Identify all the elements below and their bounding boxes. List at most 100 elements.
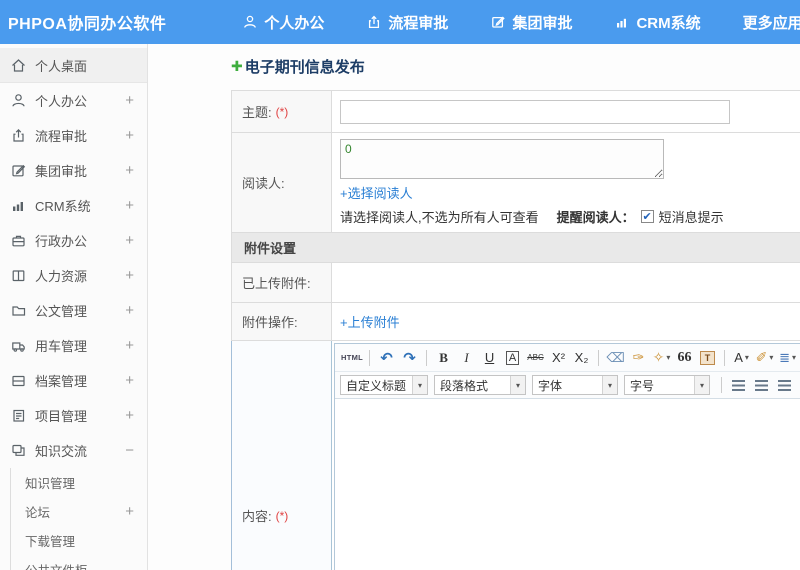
ops-label: 附件操作: [232,303,332,340]
book-icon [10,267,27,284]
align-right-icon [778,379,791,391]
expand-icon[interactable]: + [125,372,134,389]
ordered-list-button[interactable]: ≣ ▾ [777,348,798,368]
chevron-down-icon: ▾ [412,376,427,394]
select-readers-link[interactable]: +选择阅读人 [340,183,413,202]
sidebar: 个人桌面 个人办公 + 流程审批 + 集团审批 + CRM系统 + 行政办公 + [0,44,148,570]
clear-format-button[interactable]: ✑ [628,348,649,368]
sms-checkbox[interactable]: ✔ [640,210,654,223]
expand-icon[interactable]: + [125,267,134,284]
readers-textarea[interactable]: 0 [340,139,664,179]
bold-button[interactable]: B [433,348,454,368]
sidebar-item-archive-mgmt[interactable]: 档案管理 + [0,363,147,398]
sidebar-item-desktop[interactable]: 个人桌面 [0,48,147,83]
eraser-button[interactable]: ⌫ [605,348,626,368]
expand-icon[interactable]: + [125,232,134,249]
sidebar-item-download-mgmt[interactable]: 下载管理 [11,526,147,555]
chevron-down-icon: ▾ [602,376,617,394]
expand-icon[interactable]: + [125,162,134,179]
divider [598,349,600,366]
nav-personal-office[interactable]: 个人办公 [242,12,324,33]
upload-attachment-link[interactable]: +上传附件 [340,312,400,331]
sidebar-item-vehicle-mgmt[interactable]: 用车管理 + [0,328,147,363]
person-icon [10,92,27,109]
expand-icon[interactable]: + [125,197,134,214]
subject-input[interactable] [340,99,730,124]
sidebar-item-hr[interactable]: 人力资源 + [0,258,147,293]
paste-text-button[interactable]: T [700,350,716,365]
share-icon [10,127,27,144]
expand-icon[interactable]: + [125,337,134,354]
sidebar-item-crm[interactable]: CRM系统 + [0,188,147,223]
bar-chart-icon [614,14,630,30]
strikethrough-button[interactable]: ABC [525,348,546,368]
subscript-button[interactable]: X₂ [571,348,592,368]
person-icon [242,14,258,30]
expand-icon[interactable]: + [125,302,134,319]
sidebar-item-knowledge-mgmt[interactable]: 知识管理 [11,468,147,497]
edit-icon [490,14,506,30]
heading-select[interactable]: 自定义标题 ▾ [340,375,428,395]
nav-workflow-approval[interactable]: 流程审批 [366,12,448,33]
sidebar-item-workflow-approval[interactable]: 流程审批 + [0,118,147,153]
sidebar-item-admin-office[interactable]: 行政办公 + [0,223,147,258]
undo-button[interactable]: ↶ [376,348,397,368]
edit-icon [10,162,27,179]
sidebar-item-forum[interactable]: 论坛 + [11,497,147,526]
editor-content-area[interactable] [335,399,800,570]
archive-icon [10,372,27,389]
highlight-button[interactable]: ✐ ▾ [754,348,775,368]
subject-label: 主题: (*) [232,91,332,132]
layers-icon [10,442,27,459]
align-right-button[interactable] [774,375,795,395]
underline-button[interactable]: U [479,348,500,368]
sidebar-item-project-mgmt[interactable]: 项目管理 + [0,398,147,433]
sms-label: 短消息提示 [658,210,724,225]
blockquote-button[interactable]: 66 [674,348,695,368]
autotypeset-button[interactable]: ✧ ▾ [651,348,672,368]
home-icon [10,57,27,74]
expand-icon[interactable]: + [125,503,134,520]
collapse-icon[interactable]: − [125,442,134,459]
required-mark: (*) [275,508,289,523]
readers-label: 阅读人: [232,133,332,232]
expand-icon[interactable]: + [125,92,134,109]
font-family-select[interactable]: 字体 ▾ [532,375,618,395]
expand-icon[interactable]: + [125,127,134,144]
align-left-button[interactable] [728,375,749,395]
nav-more-apps[interactable]: 更多应用 ▾ [743,12,800,33]
chevron-down-icon: ▾ [666,353,671,362]
editor-toolbar-row1: HTML ↶ ↷ B I U A ABC X² X₂ ⌫ ✑ ✧ ▾ 66 T … [335,344,800,372]
nav-group-approval[interactable]: 集团审批 [490,12,572,33]
attachment-section-header: 附件设置 [231,233,800,263]
font-color-button[interactable]: A ▾ [731,348,752,368]
chevron-down-icon: ▾ [694,376,709,394]
sidebar-item-group-approval[interactable]: 集团审批 + [0,153,147,188]
uploaded-label: 已上传附件: [232,263,332,302]
truck-icon [10,337,27,354]
font-style-button[interactable]: A [505,350,520,365]
sidebar-submenu-knowledge: 知识管理 论坛 + 下载管理 公共文件柜 [10,468,147,570]
bar-chart-icon [10,197,27,214]
nav-crm[interactable]: CRM系统 [614,12,701,33]
sidebar-item-document-mgmt[interactable]: 公文管理 + [0,293,147,328]
plus-icon: ✚ [231,58,243,74]
sidebar-item-knowledge-exchange[interactable]: 知识交流 − [0,433,147,468]
divider [721,377,722,393]
chevron-down-icon: ▾ [791,353,796,362]
sidebar-item-public-file-cabinet[interactable]: 公共文件柜 [11,555,147,570]
align-center-button[interactable] [751,375,772,395]
page-title: ✚ 电子期刊信息发布 [231,58,365,76]
redo-button[interactable]: ↷ [399,348,420,368]
content-row: 内容: (*) HTML ↶ ↷ B I U A ABC X² X₂ ⌫ ✑ ✧… [231,341,800,570]
main-content: ✚ 电子期刊信息发布 主题: (*) 阅读人: 0 +选择阅读人 请选择阅读人,… [148,44,800,570]
paragraph-format-select[interactable]: 段落格式 ▾ [434,375,526,395]
italic-button[interactable]: I [456,348,477,368]
sidebar-item-personal-office[interactable]: 个人办公 + [0,83,147,118]
chevron-down-icon: ▾ [769,353,774,362]
superscript-button[interactable]: X² [548,348,569,368]
expand-icon[interactable]: + [125,407,134,424]
html-source-button[interactable]: HTML [341,348,363,368]
font-size-select[interactable]: 字号 ▾ [624,375,710,395]
divider [369,349,371,366]
